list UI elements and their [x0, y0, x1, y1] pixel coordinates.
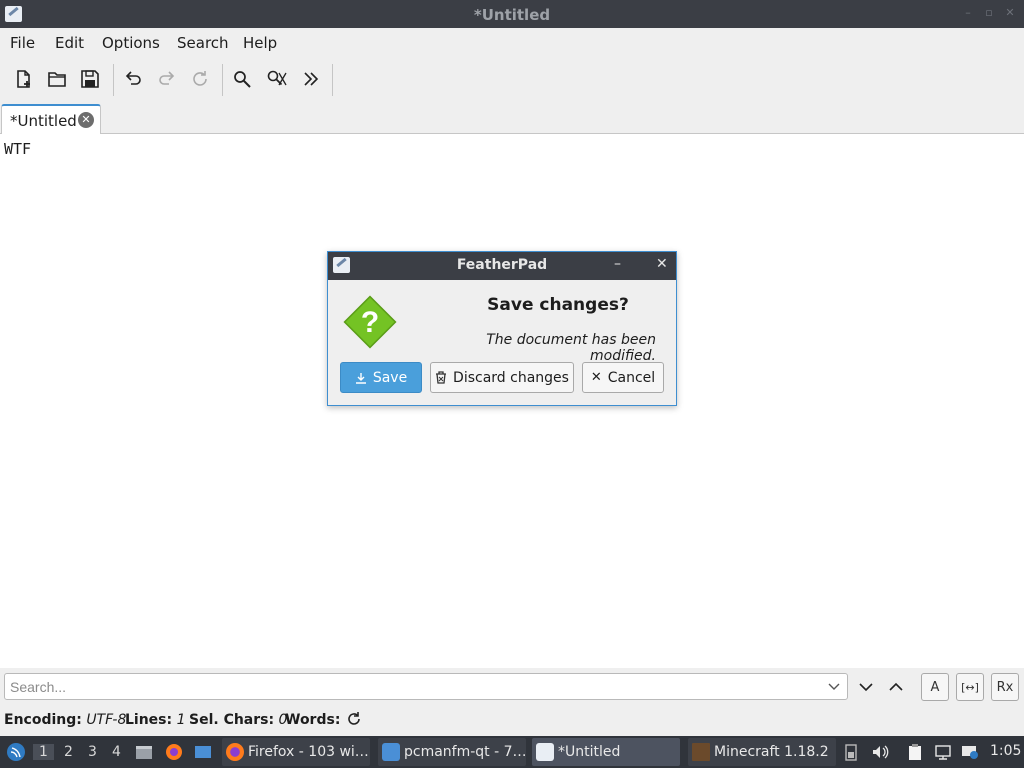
regex-button[interactable]: Rx	[991, 673, 1019, 701]
question-icon: ?	[342, 294, 398, 350]
dialog-titlebar[interactable]: FeatherPad – ✕	[328, 252, 676, 280]
lines-status: Lines: 1	[125, 712, 186, 728]
network-icon[interactable]	[934, 743, 952, 761]
dialog-minimize-icon[interactable]: –	[614, 256, 621, 272]
firefox-launcher-icon[interactable]	[165, 743, 183, 761]
find-next-icon[interactable]	[852, 673, 880, 701]
svg-text:?: ?	[361, 306, 379, 339]
match-case-icon: A	[930, 679, 940, 695]
whole-word-icon: [↔]	[961, 680, 979, 694]
clipboard-icon[interactable]	[906, 743, 924, 761]
task-label: Firefox - 103 wi…	[248, 744, 369, 760]
task-pcmanfm[interactable]: pcmanfm-qt - 7…	[378, 738, 527, 766]
tab-close-icon[interactable]: ✕	[78, 112, 94, 128]
workspace-3[interactable]: 3	[88, 744, 97, 760]
find-icon[interactable]	[229, 66, 255, 92]
window-title: *Untitled	[473, 6, 551, 24]
file-manager-launcher-icon[interactable]	[135, 743, 153, 761]
regex-icon: Rx	[996, 679, 1014, 695]
redo-icon[interactable]	[154, 66, 180, 92]
encoding-value: UTF-8	[86, 712, 127, 728]
menu-options[interactable]: Options	[102, 34, 160, 52]
window-titlebar[interactable]: *Untitled – ▫ ✕	[0, 0, 1024, 28]
minecraft-icon	[692, 743, 710, 761]
save-icon[interactable]	[77, 66, 103, 92]
search-input[interactable]	[4, 673, 848, 700]
cancel-x-icon: ✕	[590, 370, 602, 385]
sel-chars-label: Sel. Chars:	[189, 712, 275, 728]
editor-content: WTF	[4, 140, 32, 158]
save-changes-dialog: FeatherPad – ✕ ? Save changes? The docum…	[327, 251, 677, 406]
dialog-heading: Save changes?	[487, 295, 629, 315]
search-history-dropdown-icon[interactable]	[828, 680, 840, 694]
desktop-launcher-icon[interactable]	[194, 743, 212, 761]
refresh-word-count-icon[interactable]	[346, 711, 362, 731]
clock[interactable]: 1:05	[990, 743, 1021, 759]
task-label: pcmanfm-qt - 7…	[404, 744, 527, 760]
status-bar: Encoding: UTF-8 Lines: 1 Sel. Chars: 0 W…	[0, 706, 1024, 736]
minimize-icon[interactable]: –	[961, 6, 975, 20]
workspace-1[interactable]: 1	[33, 744, 54, 760]
toolbar-separator	[332, 64, 333, 96]
tab-untitled[interactable]: *Untitled ✕	[1, 104, 101, 135]
more-icon[interactable]	[298, 66, 324, 92]
task-label: Minecraft 1.18.2	[714, 744, 829, 760]
dialog-close-icon[interactable]: ✕	[656, 256, 668, 272]
firefox-icon	[226, 743, 244, 761]
taskbar: 1 2 3 4 Firefox - 103 wi… pcmanfm-qt - 7…	[0, 736, 1024, 768]
search-bar: A [↔] Rx	[0, 668, 1024, 706]
lines-label: Lines:	[125, 712, 173, 728]
menu-help[interactable]: Help	[243, 34, 277, 52]
discard-button-label: Discard changes	[453, 369, 569, 386]
cancel-button-label: Cancel	[607, 369, 656, 386]
encoding-label: Encoding:	[4, 712, 82, 728]
menu-file[interactable]: File	[10, 34, 35, 52]
volume-icon[interactable]	[871, 743, 889, 761]
encoding-status: Encoding: UTF-8	[4, 712, 126, 728]
task-firefox[interactable]: Firefox - 103 wi…	[222, 738, 370, 766]
trash-icon	[436, 371, 447, 384]
menu-search[interactable]: Search	[177, 34, 229, 52]
cancel-button[interactable]: ✕ Cancel	[582, 362, 664, 393]
toolbar-separator	[222, 64, 223, 96]
tab-label: *Untitled	[10, 112, 77, 130]
tab-bar: *Untitled ✕	[0, 104, 1024, 135]
selection-status: Sel. Chars: 0	[189, 712, 287, 728]
workspace-2[interactable]: 2	[64, 744, 73, 760]
match-case-button[interactable]: A	[921, 673, 949, 701]
toolbar	[0, 56, 1024, 104]
open-folder-icon[interactable]	[44, 66, 70, 92]
save-button-label: Save	[372, 369, 408, 386]
toolbar-separator	[113, 64, 114, 96]
lines-value: 1	[176, 712, 186, 728]
menu-edit[interactable]: Edit	[55, 34, 84, 52]
whole-word-button[interactable]: [↔]	[956, 673, 984, 701]
task-label: *Untitled	[558, 744, 621, 760]
words-status: Words:	[285, 712, 340, 728]
dialog-title: FeatherPad	[456, 257, 548, 273]
words-label: Words:	[285, 712, 341, 728]
workspace-4[interactable]: 4	[112, 744, 121, 760]
find-previous-icon[interactable]	[882, 673, 910, 701]
task-untitled[interactable]: *Untitled	[532, 738, 680, 766]
discard-changes-button[interactable]: Discard changes	[430, 362, 574, 393]
maximize-icon[interactable]: ▫	[982, 6, 996, 20]
undo-icon[interactable]	[120, 66, 146, 92]
new-document-icon[interactable]	[10, 66, 36, 92]
reload-icon[interactable]	[187, 66, 213, 92]
folder-icon	[382, 743, 400, 761]
find-replace-icon[interactable]	[264, 66, 290, 92]
update-notifier-icon[interactable]	[961, 743, 979, 761]
start-menu-icon[interactable]	[6, 742, 26, 762]
dialog-message: The document has been modified.	[486, 332, 656, 364]
save-download-icon	[355, 372, 366, 384]
close-icon[interactable]: ✕	[1003, 6, 1017, 20]
featherpad-icon	[536, 743, 554, 761]
menubar: File Edit Options Search Help	[0, 28, 1024, 56]
task-minecraft[interactable]: Minecraft 1.18.2	[688, 738, 836, 766]
save-button[interactable]: Save	[340, 362, 422, 393]
battery-icon[interactable]	[844, 743, 862, 761]
